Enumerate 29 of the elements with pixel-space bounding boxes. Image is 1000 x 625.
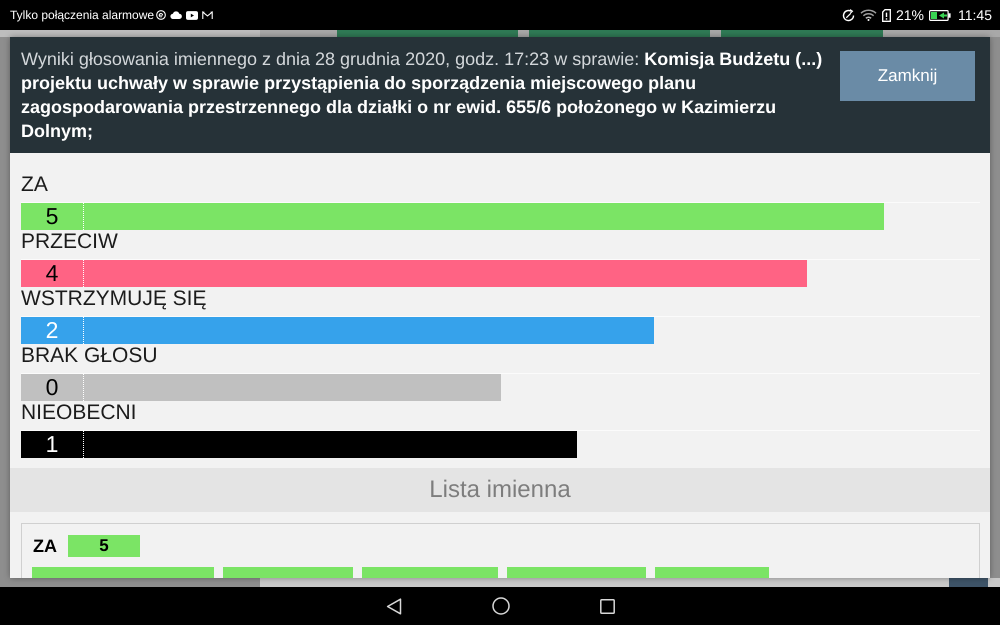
- vote-count: 4: [21, 260, 84, 287]
- vote-count: 2: [21, 317, 84, 344]
- vote-label: BRAK GŁOSU: [21, 344, 158, 369]
- vote-label: PRZECIW: [21, 230, 118, 255]
- vote-label: WSTRZYMUJĘ SIĘ: [21, 287, 207, 312]
- card-alert-icon: [882, 8, 891, 22]
- vote-label: NIEOBECNI: [21, 401, 137, 426]
- cloud-icon: [170, 11, 182, 19]
- status-text: Tylko połączenia alarmowe: [10, 7, 154, 24]
- play-icon: [186, 10, 198, 20]
- back-icon[interactable]: [386, 598, 402, 614]
- battery-percent: 21%: [896, 6, 924, 24]
- circle-icon: [156, 10, 166, 20]
- wifi-icon: [860, 9, 877, 21]
- home-icon[interactable]: [492, 597, 510, 615]
- vote-count: 0: [21, 374, 84, 401]
- vote-count: 1: [21, 431, 84, 458]
- close-button[interactable]: Zamknij: [840, 51, 975, 101]
- vote-count: 5: [21, 203, 84, 230]
- circle-arrow-icon: [842, 8, 855, 22]
- clock: 11:45: [958, 6, 992, 24]
- mail-icon: [202, 10, 214, 20]
- group-label: ZA: [33, 534, 57, 558]
- battery-icon: [929, 10, 951, 20]
- vote-label: ZA: [21, 173, 48, 198]
- section-heading: Lista imienna: [10, 468, 990, 512]
- vote-title: Wyniki głosowania imiennego z dnia 28 grudnia 2020, godz. 17:23 w sprawie: Komisja Budżetu (...) projektu uchwały w sprawie przystąpienia do sporządzenia miejscowego planu zagospodarowania przestrzennego dla działki o nr ewid. 655/6 położonego w Kazimierzu Dolnym;: [21, 48, 824, 143]
- recent-apps-icon[interactable]: [600, 598, 614, 614]
- group-count: 5: [68, 535, 140, 557]
